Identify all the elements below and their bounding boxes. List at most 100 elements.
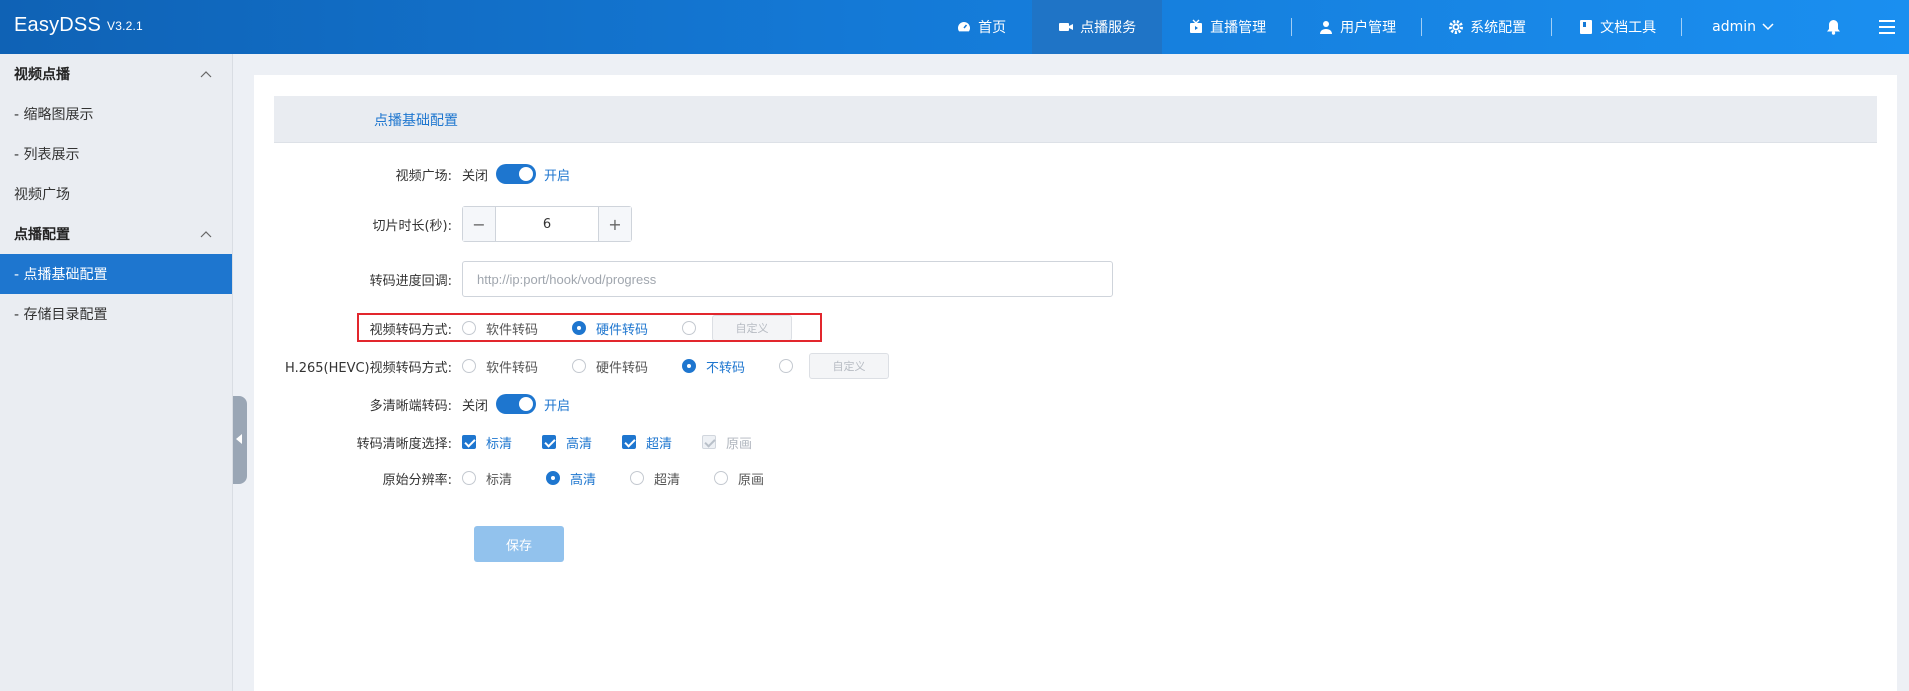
sidebar-item-thumbnails[interactable]: - 缩略图展示 (0, 94, 232, 134)
save-button[interactable]: 保存 (474, 526, 564, 562)
radio-hevc-custom[interactable] (779, 359, 803, 373)
resolution-select-label: 转码清晰度选择: (356, 436, 452, 452)
multi-resolution-switch[interactable] (496, 394, 537, 414)
nav-vod[interactable]: 点播服务 (1032, 0, 1163, 54)
switch-off-label: 关闭 (462, 398, 489, 414)
nav-docs[interactable]: 文档工具 (1552, 0, 1683, 54)
original-resolution-label: 原始分辨率: (382, 472, 452, 488)
user-menu[interactable]: admin (1682, 0, 1804, 54)
row-multi-resolution: 多清晰端转码: 关闭 开启 (254, 389, 1854, 419)
checkbox-box (702, 435, 717, 449)
sidebar-item-basic-config[interactable]: - 点播基础配置 (0, 254, 232, 294)
nav-home[interactable]: 首页 (930, 0, 1032, 54)
book-icon (1580, 20, 1593, 34)
radio-dot (572, 359, 587, 373)
radio-dot (546, 471, 561, 485)
notifications-button[interactable] (1804, 0, 1863, 54)
checkbox-box (542, 435, 557, 449)
slice-duration-label: 切片时长(秒): (372, 218, 452, 234)
radio-orig-hd[interactable]: 高清 (546, 469, 596, 488)
radio-label: 软件转码 (486, 360, 539, 376)
radio-dot (682, 359, 697, 373)
sidebar-group-label: 点播配置 (14, 227, 70, 243)
radio-hevc-hardware[interactable]: 硬件转码 (572, 357, 648, 376)
radio-dot (630, 471, 645, 485)
radio-orig-sd[interactable]: 标清 (462, 469, 512, 488)
row-slice-duration: 切片时长(秒): − 6 + (254, 206, 1854, 242)
gear-icon (1449, 20, 1464, 34)
nav-system-label: 系统配置 (1470, 20, 1527, 36)
bell-icon (1827, 20, 1840, 35)
video-camera-icon (1059, 23, 1074, 31)
increment-button[interactable]: + (598, 207, 631, 241)
hevc-custom-input[interactable]: 自定义 (809, 353, 890, 379)
radio-dot (714, 471, 729, 485)
checkbox-uhd[interactable]: 超清 (622, 433, 672, 452)
username: admin (1712, 19, 1756, 35)
checkbox-label: 原画 (726, 436, 753, 452)
multi-resolution-label: 多清晰端转码: (369, 398, 452, 414)
app-name: EasyDSS (14, 14, 101, 36)
user-icon (1320, 21, 1333, 34)
nav-vod-label: 点播服务 (1080, 20, 1137, 36)
checkbox-hd[interactable]: 高清 (542, 433, 592, 452)
slice-duration-value[interactable]: 6 (496, 207, 598, 241)
checkbox-box (622, 435, 637, 449)
nav-users[interactable]: 用户管理 (1292, 0, 1423, 54)
radio-dot (462, 359, 476, 373)
highlight-box (357, 313, 822, 342)
panel-header: 点播基础配置 (274, 96, 1877, 143)
menu-icon (1879, 20, 1895, 34)
row-original-resolution: 原始分辨率: 标清 高清 超清 原画 (254, 463, 1854, 493)
sidebar-item-storage-config[interactable]: - 存储目录配置 (0, 294, 232, 334)
checkbox-box (462, 435, 476, 449)
radio-label: 标清 (486, 472, 513, 488)
checkbox-sd[interactable]: 标清 (462, 433, 512, 452)
nav-live-label: 直播管理 (1210, 20, 1267, 36)
row-resolution-select: 转码清晰度选择: 标清 高清 超清 原画 (254, 427, 1854, 457)
sidebar-collapse-handle[interactable] (233, 396, 247, 484)
radio-orig-uhd[interactable]: 超清 (630, 469, 680, 488)
sidebar-group-config[interactable]: 点播配置 (0, 214, 232, 254)
top-navbar: EasyDSS V3.2.1 首页 点播服务 直播管理 用户管理 系统配置 文档工… (0, 0, 1909, 54)
main-panel: 点播基础配置 视频广场: 关闭 开启 切片时长(秒): − 6 + 转码进度回调… (254, 75, 1897, 691)
row-hevc-transcode: H.265(HEVC)视频转码方式: 软件转码 硬件转码 不转码 自定义 (254, 351, 1854, 381)
brand[interactable]: EasyDSS V3.2.1 (14, 14, 143, 37)
radio-label: 硬件转码 (596, 360, 649, 376)
nav-docs-label: 文档工具 (1600, 20, 1657, 36)
progress-callback-input[interactable] (462, 261, 1113, 297)
sidebar-item-list[interactable]: - 列表展示 (0, 134, 232, 174)
checkbox-original[interactable]: 原画 (702, 433, 752, 452)
video-square-switch[interactable] (496, 164, 537, 184)
progress-callback-label: 转码进度回调: (369, 273, 452, 289)
checkbox-label: 超清 (646, 436, 673, 452)
page-title: 点播基础配置 (374, 113, 458, 129)
nav-users-label: 用户管理 (1340, 20, 1397, 36)
radio-label: 不转码 (706, 360, 746, 376)
main-nav: 首页 点播服务 直播管理 用户管理 系统配置 文档工具 admin (930, 0, 1909, 54)
radio-label: 原画 (738, 472, 765, 488)
chevron-up-icon (200, 71, 212, 78)
radio-label: 高清 (570, 472, 597, 488)
caret-left-icon (236, 434, 242, 444)
nav-live[interactable]: 直播管理 (1162, 0, 1293, 54)
nav-system[interactable]: 系统配置 (1422, 0, 1553, 54)
sidebar: 视频点播 - 缩略图展示 - 列表展示 视频广场 点播配置 - 点播基础配置 -… (0, 54, 233, 691)
checkbox-label: 标清 (486, 436, 513, 452)
sidebar-group-vod[interactable]: 视频点播 (0, 54, 232, 94)
radio-orig-original[interactable]: 原画 (714, 469, 764, 488)
radio-hevc-software[interactable]: 软件转码 (462, 357, 538, 376)
decrement-button[interactable]: − (463, 207, 496, 241)
switch-on-label: 开启 (544, 398, 571, 414)
hamburger-menu-button[interactable] (1863, 0, 1909, 54)
switch-on-label: 开启 (544, 168, 571, 184)
row-progress-callback: 转码进度回调: (254, 261, 1854, 297)
radio-hevc-no-transcode[interactable]: 不转码 (682, 357, 745, 376)
chevron-down-icon (1762, 23, 1774, 31)
radio-label: 超清 (654, 472, 681, 488)
sidebar-item-square[interactable]: 视频广场 (0, 174, 232, 214)
video-square-label: 视频广场: (395, 168, 452, 184)
row-video-square: 视频广场: 关闭 开启 (254, 159, 1854, 189)
chevron-up-icon (200, 231, 212, 238)
checkbox-label: 高清 (566, 436, 593, 452)
